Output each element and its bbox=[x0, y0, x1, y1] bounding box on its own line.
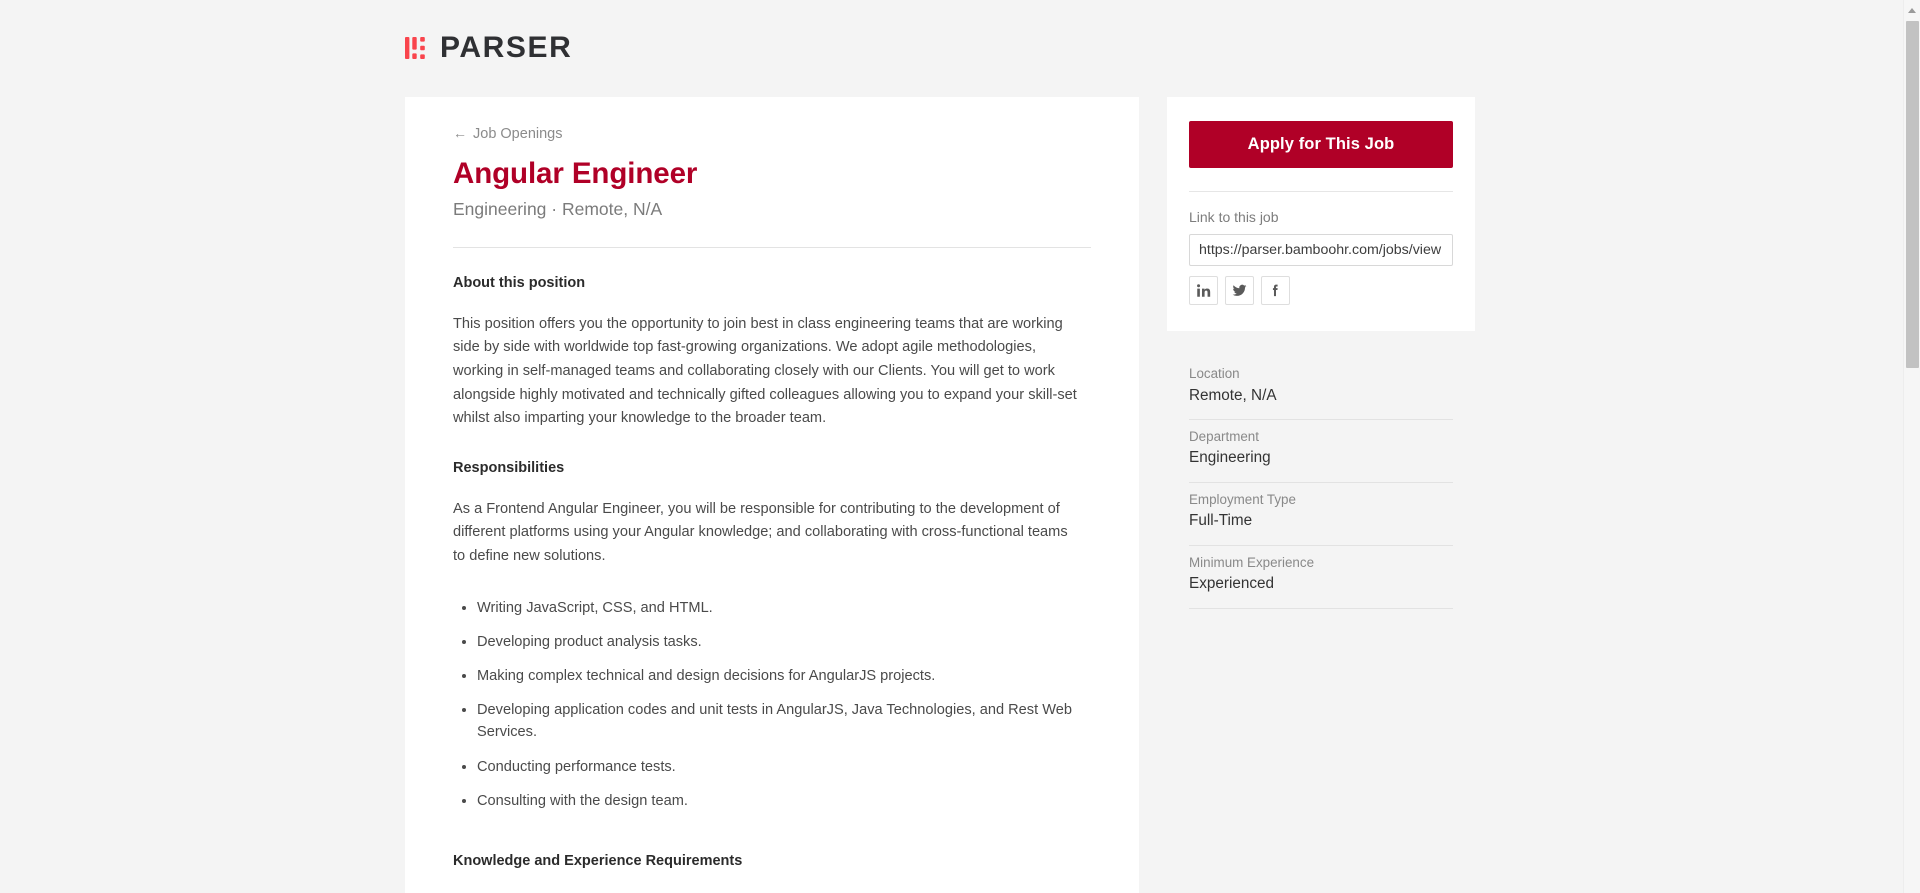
meta-value: Engineering bbox=[1189, 449, 1271, 467]
meta-employment-type: Employment Type Full-Time bbox=[1189, 483, 1453, 546]
job-sidebar: Apply for This Job Link to this job http… bbox=[1167, 97, 1475, 609]
site-header: PARSER bbox=[0, 0, 1920, 97]
meta-value: Experienced bbox=[1189, 575, 1275, 593]
responsibilities-paragraph: As a Frontend Angular Engineer, you will… bbox=[453, 500, 1068, 565]
parser-logo-mark bbox=[405, 37, 425, 59]
facebook-share-button[interactable] bbox=[1261, 276, 1290, 306]
job-posting-page: PARSER ← Job Openings Angular Engineer E… bbox=[0, 0, 1920, 893]
back-arrow-icon: ← bbox=[453, 125, 467, 141]
list-item: Consulting with the design team. bbox=[462, 790, 1090, 812]
responsibilities-list: Writing JavaScript, CSS, and HTML. Devel… bbox=[453, 597, 1091, 812]
facebook-icon bbox=[1272, 284, 1278, 297]
meta-department: Department Engineering bbox=[1189, 420, 1453, 483]
job-meta-list: Location Remote, N/A Department Engineer… bbox=[1167, 357, 1475, 609]
list-item: Developing application codes and unit te… bbox=[462, 699, 1090, 743]
header-divider bbox=[453, 246, 1091, 248]
list-item: Writing JavaScript, CSS, and HTML. bbox=[462, 597, 1090, 619]
meta-label: Minimum Experience bbox=[1189, 554, 1315, 570]
scrollbar-thumb[interactable] bbox=[1906, 21, 1919, 368]
parser-logo[interactable]: PARSER bbox=[405, 31, 572, 65]
job-subtitle: Engineering · Remote, N/A bbox=[453, 199, 663, 220]
parser-logo-text: PARSER bbox=[440, 31, 573, 64]
meta-label: Location bbox=[1189, 366, 1240, 382]
meta-label: Employment Type bbox=[1189, 491, 1296, 507]
page-title: Angular Engineer bbox=[453, 157, 698, 191]
job-detail-card: ← Job Openings Angular Engineer Engineer… bbox=[405, 97, 1139, 893]
list-item: Developing product analysis tasks. bbox=[462, 631, 1090, 653]
twitter-icon bbox=[1232, 284, 1247, 297]
twitter-share-button[interactable] bbox=[1225, 276, 1254, 306]
linkedin-share-button[interactable] bbox=[1189, 276, 1218, 306]
breadcrumb-label: Job Openings bbox=[473, 126, 563, 142]
list-item: Making complex technical and design deci… bbox=[462, 665, 1090, 687]
chevron-up-icon bbox=[1908, 8, 1916, 13]
meta-value: Full-Time bbox=[1189, 512, 1253, 530]
share-buttons bbox=[1189, 276, 1453, 306]
scroll-up-button[interactable] bbox=[1904, 2, 1920, 19]
requirements-heading: Knowledge and Experience Requirements bbox=[453, 852, 743, 869]
meta-value: Remote, N/A bbox=[1189, 386, 1277, 404]
about-heading: About this position bbox=[453, 274, 586, 291]
link-to-job-label: Link to this job bbox=[1189, 209, 1279, 225]
apply-card: Apply for This Job Link to this job bbox=[1167, 97, 1475, 332]
apply-card-divider bbox=[1189, 191, 1453, 192]
list-item: Conducting performance tests. bbox=[462, 756, 1090, 778]
meta-location: Location Remote, N/A bbox=[1189, 357, 1453, 421]
page-scrollbar[interactable] bbox=[1903, 0, 1920, 893]
linkedin-icon bbox=[1197, 284, 1211, 297]
about-paragraph: This position offers you the opportunity… bbox=[453, 315, 1077, 427]
responsibilities-heading: Responsibilities bbox=[453, 459, 565, 476]
apply-button[interactable]: Apply for This Job bbox=[1189, 121, 1453, 168]
breadcrumb-job-openings[interactable]: ← Job Openings bbox=[453, 125, 562, 143]
job-link-input[interactable] bbox=[1189, 234, 1453, 267]
meta-label: Department bbox=[1189, 429, 1259, 445]
meta-minimum-experience: Minimum Experience Experienced bbox=[1189, 546, 1453, 609]
